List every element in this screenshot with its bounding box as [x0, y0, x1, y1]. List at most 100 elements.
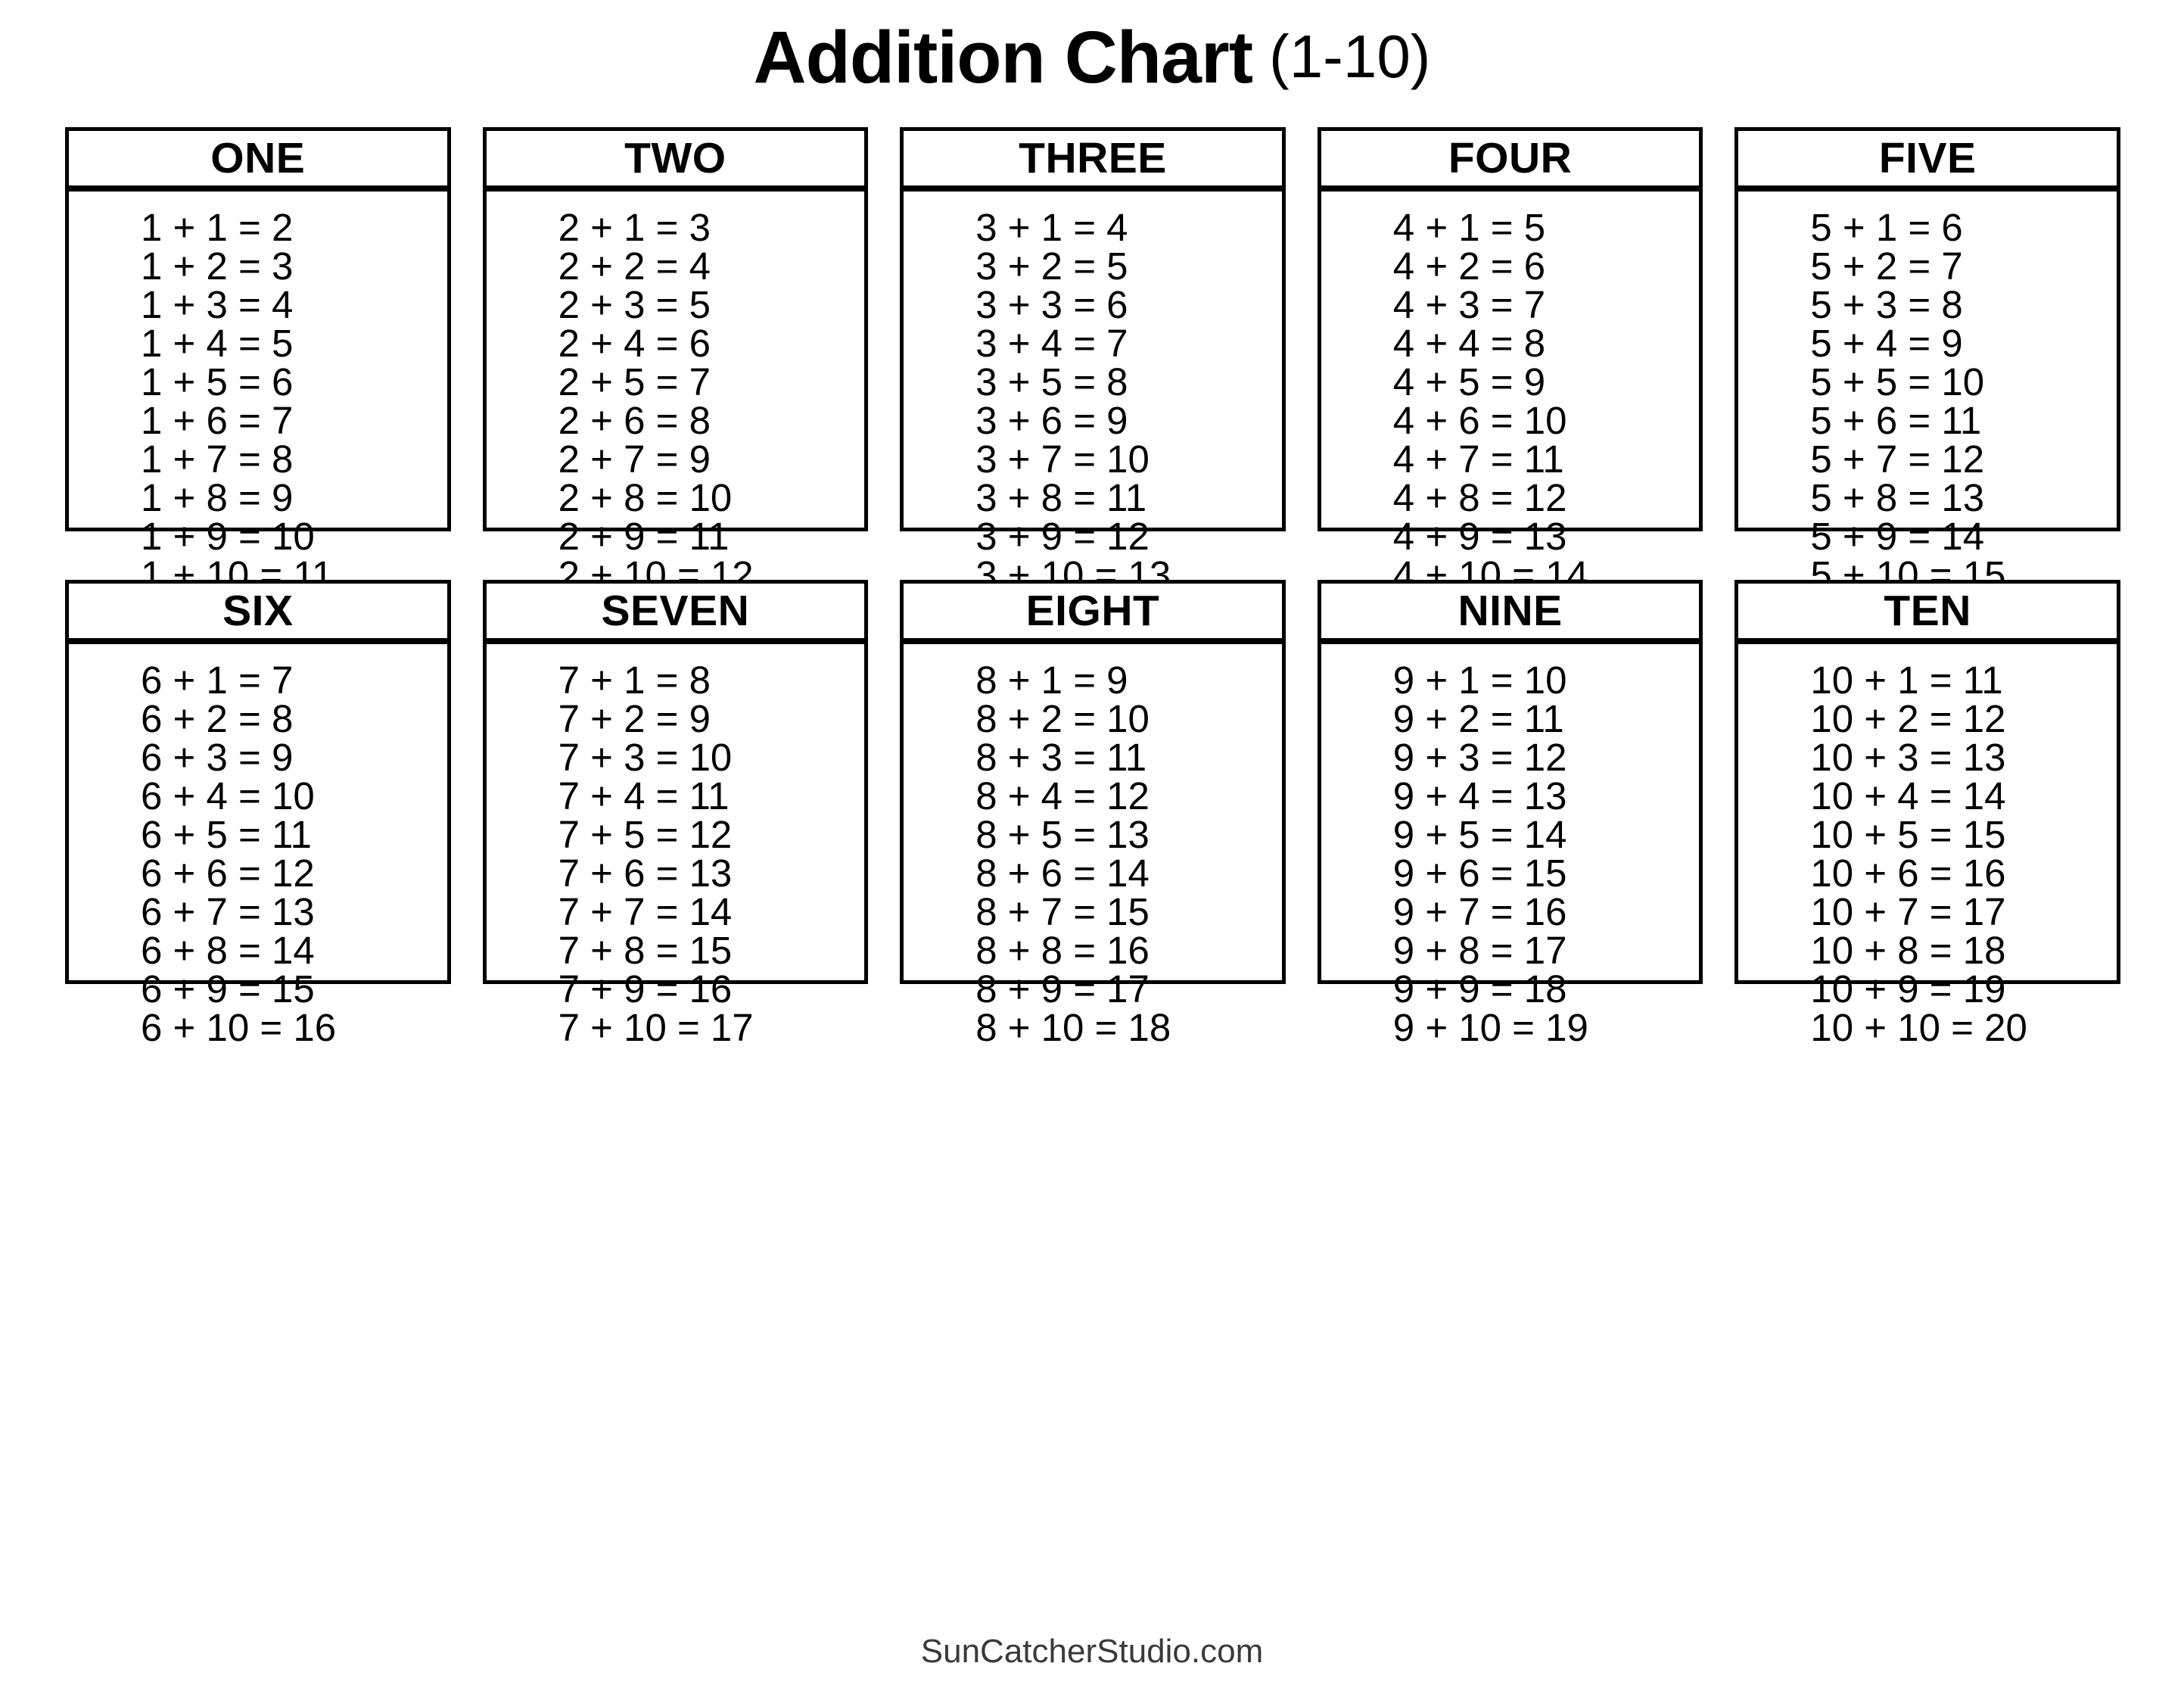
fact-table-two: TWO 2 + 1 = 32 + 2 = 42 + 3 = 52 + 4 = 62…: [482, 127, 869, 594]
fact-row: 7 + 2 = 9: [558, 697, 711, 740]
fact-row: 7 + 4 = 11: [558, 774, 730, 818]
fact-row: 9 + 10 = 19: [1392, 1006, 1588, 1049]
fact-row: 3 + 3 = 6: [975, 283, 1128, 326]
page-title-range: (1-10): [1269, 23, 1431, 90]
fact-row: 3 + 4 = 7: [975, 322, 1128, 365]
fact-table-header: FOUR: [1317, 127, 1703, 189]
fact-row: 9 + 9 = 18: [1392, 967, 1567, 1011]
fact-table-body: 3 + 1 = 43 + 2 = 53 + 3 = 63 + 4 = 73 + …: [900, 189, 1286, 594]
fact-table-four: FOUR 4 + 1 = 54 + 2 = 64 + 3 = 74 + 4 = 8…: [1317, 127, 1703, 594]
fact-row: 4 + 9 = 13: [1392, 515, 1567, 558]
fact-table-header: FIVE: [1734, 127, 2120, 189]
fact-row: 3 + 7 = 10: [975, 438, 1150, 481]
fact-table-body: 1 + 1 = 21 + 2 = 31 + 3 = 41 + 4 = 51 + …: [65, 189, 451, 594]
fact-row: 2 + 1 = 3: [558, 206, 711, 249]
fact-row: 9 + 4 = 13: [1392, 774, 1567, 818]
fact-table-body: 6 + 1 = 76 + 2 = 86 + 3 = 96 + 4 = 10 6 +…: [65, 642, 451, 1047]
fact-row: 5 + 1 = 6: [1810, 206, 1963, 249]
fact-row: 8 + 10 = 18: [975, 1006, 1171, 1049]
fact-row: 1 + 9 = 10: [141, 515, 315, 558]
fact-table-header: TEN: [1734, 580, 2120, 642]
fact-row: 5 + 7 = 12: [1810, 438, 1985, 481]
fact-row: 8 + 1 = 9: [975, 659, 1128, 702]
fact-row: 10 + 2 = 12: [1810, 697, 2006, 740]
fact-table-six: SIX 6 + 1 = 76 + 2 = 86 + 3 = 96 + 4 = 10…: [65, 580, 451, 1047]
fact-row: 5 + 5 = 10: [1810, 360, 1985, 403]
fact-row: 10 + 4 = 14: [1810, 774, 2006, 818]
fact-row: 6 + 1 = 7: [141, 659, 294, 702]
fact-row: 9 + 3 = 12: [1392, 736, 1567, 779]
fact-row: 6 + 5 = 11: [141, 813, 312, 856]
fact-row: 7 + 7 = 14: [558, 890, 733, 933]
fact-table-header-label: ONE: [210, 133, 306, 182]
fact-table-header: EIGHT: [900, 580, 1286, 642]
fact-table-body: 7 + 1 = 87 + 2 = 97 + 3 = 10 7 + 4 = 11 7 …: [482, 642, 869, 1047]
fact-row: 1 + 6 = 7: [141, 399, 294, 442]
fact-table-header-label: THREE: [1019, 133, 1167, 182]
fact-table-header-label: NINE: [1458, 586, 1563, 635]
fact-row: 5 + 8 = 13: [1810, 476, 1985, 519]
fact-table-three: THREE 3 + 1 = 43 + 2 = 53 + 3 = 63 + 4 = …: [900, 127, 1286, 594]
fact-row: 1 + 1 = 2: [141, 206, 294, 249]
fact-row: 6 + 7 = 13: [141, 890, 315, 933]
fact-table-body: 5 + 1 = 65 + 2 = 75 + 3 = 85 + 4 = 95 + …: [1734, 189, 2120, 594]
fact-row: 5 + 3 = 8: [1810, 283, 1963, 326]
fact-row: 9 + 1 = 10: [1392, 659, 1567, 702]
addition-chart-grid: ONE 1 + 1 = 21 + 2 = 31 + 3 = 41 + 4 = 51…: [65, 127, 2120, 1047]
fact-row: 10 + 8 = 18: [1810, 929, 2006, 972]
fact-table-body: 2 + 1 = 32 + 2 = 42 + 3 = 52 + 4 = 62 + …: [482, 189, 869, 594]
fact-row: 10 + 1 = 11: [1810, 659, 2003, 702]
fact-row: 2 + 3 = 5: [558, 283, 711, 326]
fact-row: 10 + 6 = 16: [1810, 852, 2006, 895]
fact-table-header-label: FIVE: [1878, 133, 1977, 182]
fact-table-header: TWO: [482, 127, 869, 189]
fact-row: 8 + 5 = 13: [975, 813, 1150, 856]
page-title: Addition Chart (1-10): [0, 0, 2184, 114]
fact-row: 2 + 2 = 4: [558, 244, 711, 288]
fact-row: 6 + 4 = 10: [141, 774, 315, 818]
fact-row: 7 + 6 = 13: [558, 852, 733, 895]
fact-table-header: SEVEN: [482, 580, 869, 642]
fact-row: 4 + 6 = 10: [1392, 399, 1567, 442]
fact-row: 4 + 4 = 8: [1392, 322, 1546, 365]
fact-row: 8 + 8 = 16: [975, 929, 1150, 972]
fact-row: 3 + 2 = 5: [975, 244, 1128, 288]
chart-row: ONE 1 + 1 = 21 + 2 = 31 + 3 = 41 + 4 = 51…: [65, 127, 2120, 594]
fact-row: 2 + 7 = 9: [558, 438, 711, 481]
fact-row: 8 + 6 = 14: [975, 852, 1150, 895]
fact-table-one: ONE 1 + 1 = 21 + 2 = 31 + 3 = 41 + 4 = 51…: [65, 127, 451, 594]
fact-row: 2 + 8 = 10: [558, 476, 733, 519]
fact-row: 1 + 3 = 4: [141, 283, 294, 326]
fact-row: 9 + 7 = 16: [1392, 890, 1567, 933]
fact-row: 4 + 7 = 11: [1392, 438, 1564, 481]
fact-row: 5 + 2 = 7: [1810, 244, 1963, 288]
fact-table-header: ONE: [65, 127, 451, 189]
fact-row: 7 + 1 = 8: [558, 659, 711, 702]
fact-row: 3 + 9 = 12: [975, 515, 1150, 558]
fact-table-header-label: SEVEN: [601, 586, 750, 635]
fact-row: 8 + 7 = 15: [975, 890, 1150, 933]
fact-row: 9 + 5 = 14: [1392, 813, 1567, 856]
page-title-main: Addition Chart: [753, 15, 1254, 98]
fact-row: 5 + 9 = 14: [1810, 515, 1985, 558]
fact-row: 6 + 2 = 8: [141, 697, 294, 740]
footer: SunCatcherStudio.com: [0, 1635, 2184, 1668]
fact-row: 7 + 8 = 15: [558, 929, 733, 972]
fact-row: 6 + 8 = 14: [141, 929, 315, 972]
site-credit: SunCatcherStudio.com: [920, 1633, 1264, 1670]
fact-table-eight: EIGHT 8 + 1 = 98 + 2 = 10 8 + 3 = 11 8 + 4 …: [900, 580, 1286, 1047]
fact-table-body: 10 + 1 = 11 10 + 2 = 12 10 + 3 = 13 10 + 4 …: [1734, 642, 2120, 1047]
chart-row: SIX 6 + 1 = 76 + 2 = 86 + 3 = 96 + 4 = 10…: [65, 580, 2120, 1047]
fact-table-header-label: SIX: [222, 586, 294, 635]
fact-table-seven: SEVEN 7 + 1 = 87 + 2 = 97 + 3 = 10 7 + 4 =…: [482, 580, 869, 1047]
fact-row: 7 + 3 = 10: [558, 736, 733, 779]
fact-row: 3 + 5 = 8: [975, 360, 1128, 403]
fact-row: 10 + 9 = 19: [1810, 967, 2006, 1011]
fact-row: 4 + 3 = 7: [1392, 283, 1546, 326]
fact-table-five: FIVE 5 + 1 = 65 + 2 = 75 + 3 = 85 + 4 = 9…: [1734, 127, 2120, 594]
fact-row: 4 + 5 = 9: [1392, 360, 1546, 403]
fact-table-body: 8 + 1 = 98 + 2 = 10 8 + 3 = 11 8 + 4 = 12 8…: [900, 642, 1286, 1047]
fact-row: 1 + 4 = 5: [141, 322, 294, 365]
fact-row: 1 + 8 = 9: [141, 476, 294, 519]
fact-row: 9 + 2 = 11: [1392, 697, 1564, 740]
